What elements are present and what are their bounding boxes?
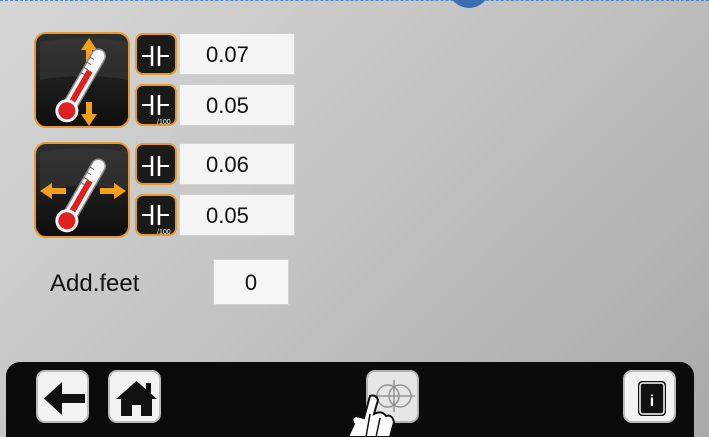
- thermometer-vertical-icon: [34, 32, 130, 128]
- add-feet-label: Add.feet: [50, 270, 140, 297]
- precision-hundredths-icon: /100: [135, 84, 177, 126]
- vertical-value-2-field[interactable]: 0.05: [179, 84, 295, 126]
- precision-icon: [135, 143, 177, 185]
- home-icon: [116, 381, 157, 416]
- horizontal-value-1-field[interactable]: 0.06: [179, 143, 295, 185]
- info-button[interactable]: i: [623, 370, 676, 423]
- precision-icon: [135, 33, 177, 75]
- precision-hundredths-label: /100: [157, 229, 171, 236]
- hand-pointer-icon: [346, 394, 396, 437]
- home-button[interactable]: [108, 370, 161, 423]
- precision-hundredths-icon: /100: [135, 194, 177, 236]
- back-button[interactable]: [36, 370, 89, 423]
- info-letter: i: [650, 393, 654, 410]
- horizontal-value-2-field[interactable]: 0.05: [179, 194, 295, 236]
- add-feet-input[interactable]: 0: [213, 259, 289, 305]
- top-border: [0, 0, 709, 5]
- thermometer-horizontal-icon: [34, 142, 130, 238]
- vertical-value-1-field[interactable]: 0.07: [179, 33, 295, 75]
- info-icon: i: [638, 381, 666, 416]
- arrow-left-icon: [44, 382, 85, 415]
- precision-hundredths-label: /100: [157, 119, 171, 126]
